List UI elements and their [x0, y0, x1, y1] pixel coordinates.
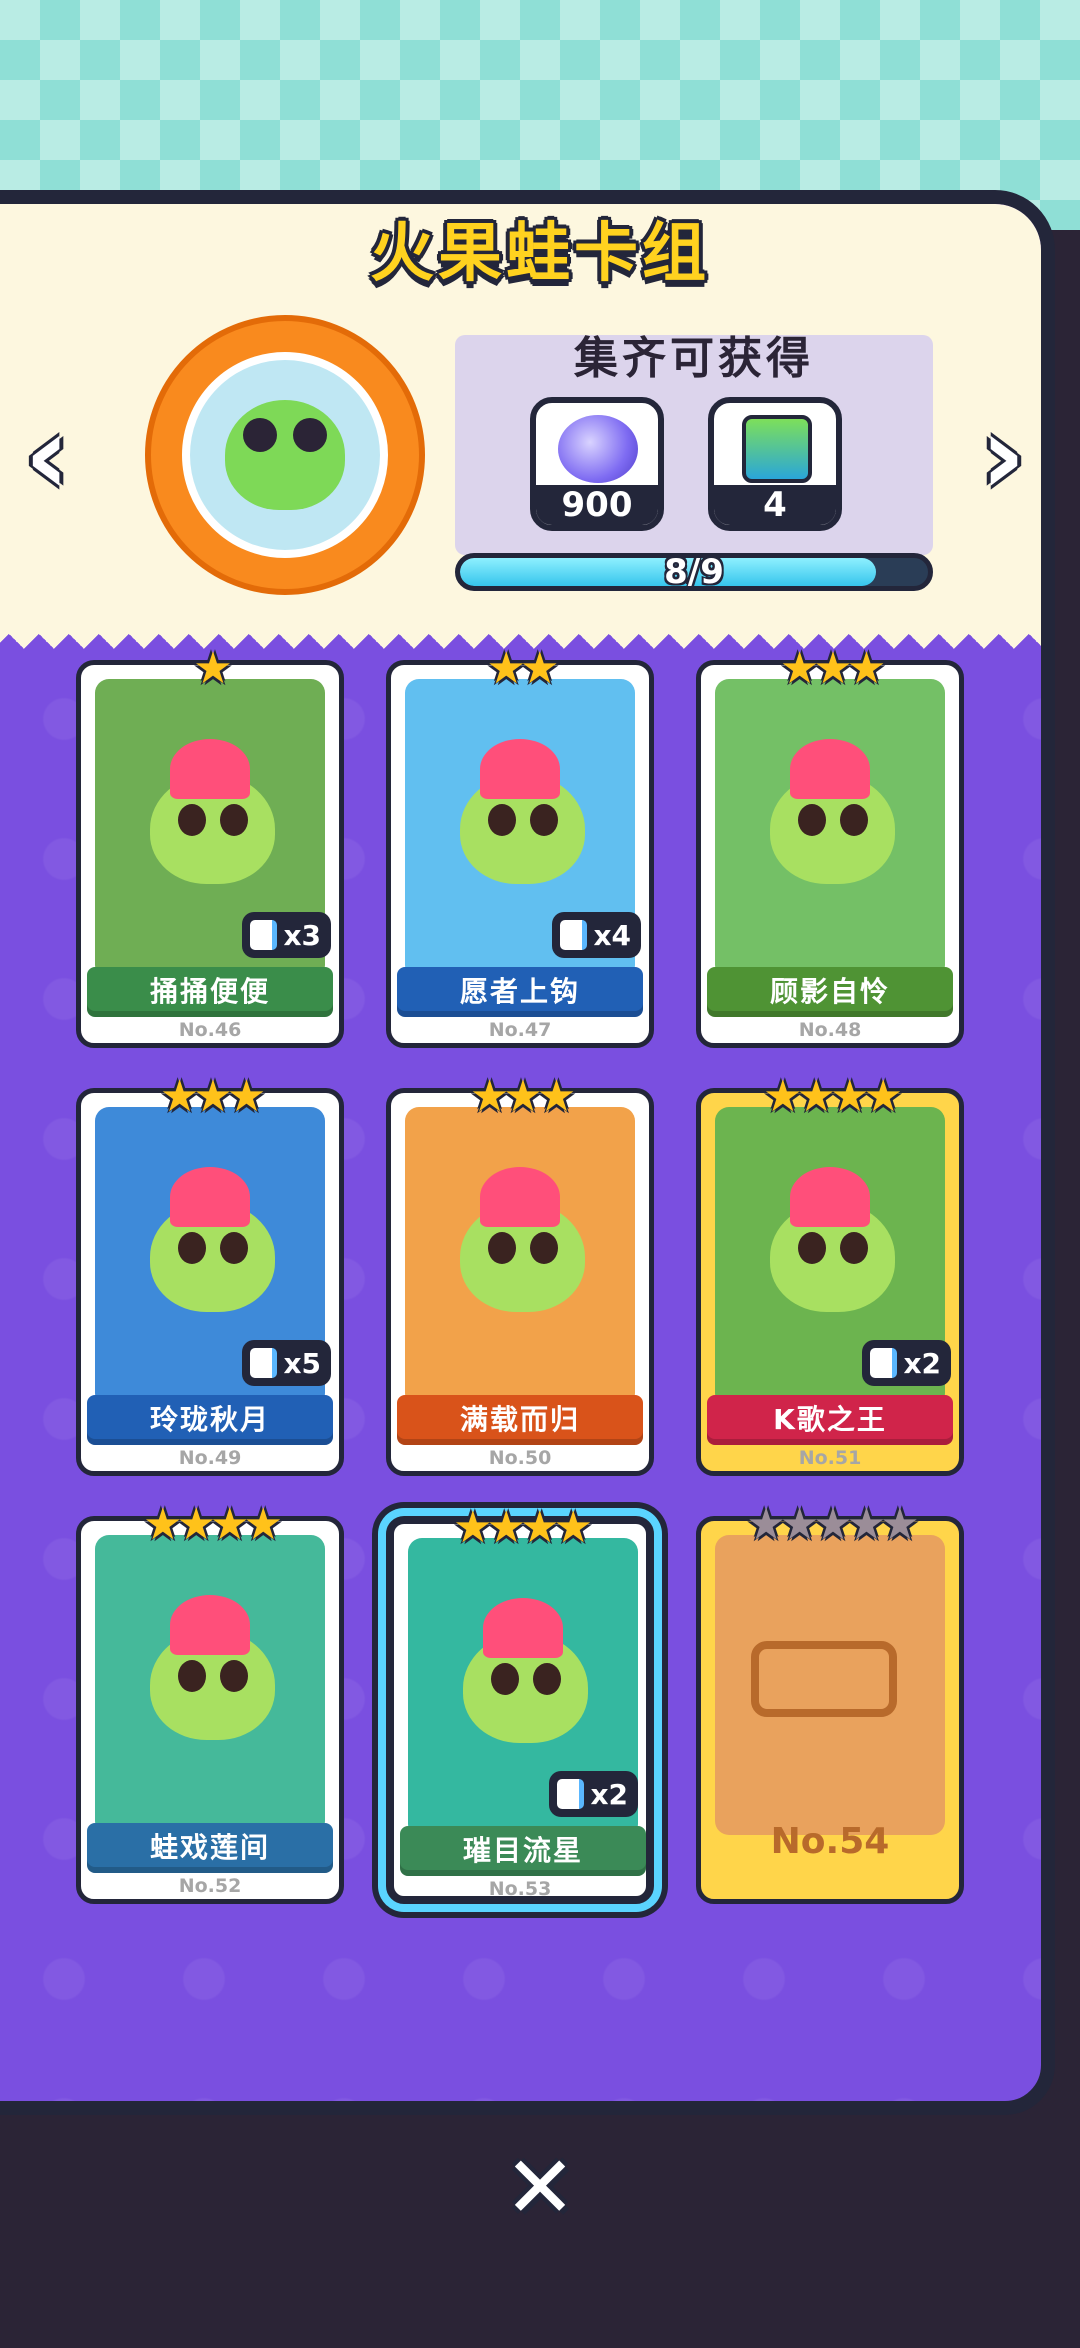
card-copy-icon	[250, 920, 278, 950]
card-name: K歌之王	[707, 1395, 953, 1445]
duplicate-count-badge: x4	[552, 912, 641, 958]
card-copy-icon	[250, 1348, 278, 1378]
frog-creature-icon	[150, 739, 275, 884]
reward-card-pack[interactable]: 4	[708, 397, 842, 531]
duplicate-count: x2	[590, 1777, 628, 1811]
card-item[interactable]: 蛙戏莲间 No.52 ★★★★	[76, 1499, 344, 1904]
card-copy-icon	[560, 920, 588, 950]
rarity-stars: ★	[193, 643, 232, 694]
card-item[interactable]: 顾影自怜 No.48 ★★★	[696, 643, 964, 1048]
collection-progress-bar: 8/9	[455, 553, 933, 591]
card-number: No.49	[178, 1447, 242, 1469]
card-item[interactable]: No.54 ★★★★★	[696, 1499, 964, 1904]
set-medal	[145, 315, 425, 595]
card-item[interactable]: 捅捅便便 No.46 x3 ★	[76, 643, 344, 1048]
rarity-stars: ★★★	[469, 1071, 576, 1122]
card-number: No.53	[488, 1878, 552, 1900]
duplicate-count-badge: x5	[242, 1340, 331, 1386]
card-item[interactable]: K歌之王 No.51 x2 ★★★★	[696, 1071, 964, 1476]
reward-orbs[interactable]: 900	[530, 397, 664, 531]
frog-creature-icon	[770, 739, 895, 884]
card-art	[715, 679, 945, 979]
card-name: 蛙戏莲间	[87, 1823, 333, 1873]
card-number: No.47	[488, 1019, 552, 1041]
card-number: No.52	[178, 1875, 242, 1897]
duplicate-count-badge: x2	[549, 1771, 638, 1817]
frog-creature-icon	[460, 739, 585, 884]
rarity-stars: ★★	[486, 643, 560, 694]
progress-text: 8/9	[664, 553, 724, 591]
duplicate-count-badge: x3	[242, 912, 331, 958]
reward-orbs-count: 900	[536, 485, 658, 525]
rarity-stars: ★★★★	[143, 1499, 283, 1550]
card-name: 满载而归	[397, 1395, 643, 1445]
rarity-stars: ★★★	[779, 643, 886, 694]
close-icon[interactable]: ✕	[500, 2145, 580, 2231]
duplicate-count: x5	[283, 1346, 321, 1380]
frog-creature-icon	[460, 1167, 585, 1312]
card-copy-icon	[870, 1348, 898, 1378]
card-name: 愿者上钩	[397, 967, 643, 1017]
rarity-stars: ★★★★★	[746, 1499, 919, 1550]
card-item[interactable]: 玲珑秋月 No.49 x5 ★★★	[76, 1071, 344, 1476]
card-item[interactable]: 满载而归 No.50 ★★★	[386, 1071, 654, 1476]
rarity-stars: ★★★	[159, 1071, 266, 1122]
card-name: 玲珑秋月	[87, 1395, 333, 1445]
frog-creature-icon	[770, 1167, 895, 1312]
duplicate-count-badge: x2	[862, 1340, 951, 1386]
card-number: No.48	[798, 1019, 862, 1041]
card-item[interactable]: 愿者上钩 No.47 x4 ★★	[386, 643, 654, 1048]
medal-portrait	[182, 352, 388, 558]
card-number: No.50	[488, 1447, 552, 1469]
card-item[interactable]: 璀目流星 No.53 x2 ★★★★	[386, 1502, 654, 1904]
frog-creature-icon	[150, 1167, 275, 1312]
page-title: 火果蛙卡组	[370, 217, 710, 291]
purple-orb-icon	[558, 415, 638, 483]
card-art	[405, 1107, 635, 1407]
frog-creature-icon	[463, 1598, 588, 1743]
rarity-stars: ★★★★	[763, 1071, 903, 1122]
locked-card-logo-icon	[751, 1641, 897, 1717]
card-name: 璀目流星	[400, 1826, 646, 1876]
card-number: No.51	[798, 1447, 862, 1469]
card-pack-icon	[742, 415, 812, 483]
frog-creature-icon	[150, 1595, 275, 1740]
reward-title: 集齐可获得	[574, 333, 814, 384]
next-set-chevron-right-icon[interactable]: ›	[968, 400, 1038, 510]
card-name: 捅捅便便	[87, 967, 333, 1017]
card-name: 顾影自怜	[707, 967, 953, 1017]
duplicate-count: x2	[903, 1346, 941, 1380]
card-number: No.46	[178, 1019, 242, 1041]
frog-icon	[225, 400, 345, 510]
card-copy-icon	[557, 1779, 585, 1809]
locked-card-number: No.54	[770, 1821, 890, 1862]
rarity-stars: ★★★★	[453, 1502, 593, 1553]
duplicate-count: x3	[283, 918, 321, 952]
prev-set-chevron-left-icon[interactable]: ‹	[12, 400, 82, 510]
reward-card-pack-count: 4	[714, 485, 836, 525]
card-art	[95, 1535, 325, 1835]
duplicate-count: x4	[593, 918, 631, 952]
